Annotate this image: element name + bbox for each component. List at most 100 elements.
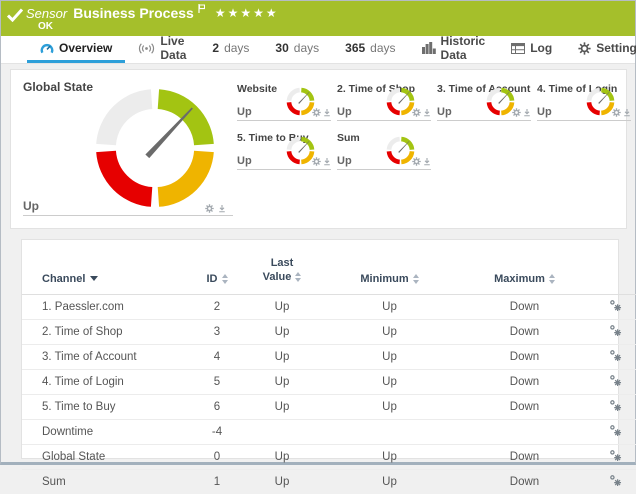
channel-settings-icon[interactable] [609, 474, 622, 487]
last-value: Up [242, 394, 322, 419]
pin-icon[interactable] [323, 157, 331, 166]
column-header-id[interactable]: ID [192, 240, 242, 294]
tab-historic-data[interactable]: Historic Data [409, 36, 499, 63]
maximum-value [457, 419, 592, 444]
tab-overview-label: Overview [59, 41, 112, 55]
gauge-cell-value: Up [237, 106, 252, 118]
tab-2-days-unit: days [224, 41, 249, 55]
gear-icon[interactable] [512, 108, 521, 117]
channel-settings-icon[interactable] [609, 399, 622, 412]
global-state-gauge [89, 82, 221, 214]
last-value: Up [242, 369, 322, 394]
column-header-maximum[interactable]: Maximum [457, 240, 592, 294]
channel-settings-icon[interactable] [609, 324, 622, 337]
gauge-cell-sum[interactable]: Sum Up [337, 132, 431, 181]
channel-name[interactable]: 3. Time of Account [22, 344, 192, 369]
gear-icon[interactable] [412, 108, 421, 117]
tab-365-days-unit: days [370, 41, 395, 55]
channel-name[interactable]: 5. Time to Buy [22, 394, 192, 419]
priority-stars[interactable]: ★★★★★ [215, 6, 279, 20]
channel-id: 2 [192, 294, 242, 319]
maximum-value: Down [457, 344, 592, 369]
tab-live-data-label: Live Data [160, 34, 186, 62]
channel-name[interactable]: Global State [22, 444, 192, 469]
bar-chart-icon [422, 42, 436, 54]
gauge-cell-value: Up [237, 155, 252, 167]
maximum-value: Down [457, 394, 592, 419]
column-header-channel[interactable]: Channel [22, 240, 192, 294]
sensor-header: Sensor Business Process ★★★★★ OK [1, 1, 635, 36]
gear-icon [578, 42, 591, 55]
tab-365-days[interactable]: 365 days [332, 36, 408, 63]
gauge-cell-label: Sum [337, 132, 360, 144]
maximum-value: Down [457, 469, 592, 494]
last-value: Up [242, 294, 322, 319]
tab-30-days-unit: days [294, 41, 319, 55]
channel-name[interactable]: Downtime [22, 419, 192, 444]
gear-icon[interactable] [312, 157, 321, 166]
priority-flag-icon[interactable] [198, 4, 205, 13]
table-row[interactable]: Sum 1 Up Up Down [22, 469, 636, 494]
table-row[interactable]: Downtime -4 [22, 419, 636, 444]
tab-settings-label: Settings [596, 41, 636, 55]
pin-icon[interactable] [423, 108, 431, 117]
channel-id: 5 [192, 369, 242, 394]
table-row[interactable]: 4. Time of Login 5 Up Up Down [22, 369, 636, 394]
tab-live-data[interactable]: Live Data [125, 36, 199, 63]
tab-log-label: Log [530, 41, 552, 55]
gauge-cell-value: Up [537, 106, 552, 118]
global-state-actions [205, 204, 226, 213]
gauge-cell-time-of-shop[interactable]: 2. Time of Shop Up [337, 83, 431, 132]
table-row[interactable]: 5. Time to Buy 6 Up Up Down [22, 394, 636, 419]
tab-settings[interactable]: Settings [565, 36, 636, 63]
divider [337, 120, 431, 121]
column-header-last-value[interactable]: Last Value [242, 240, 322, 294]
gear-icon[interactable] [612, 108, 621, 117]
gauge-cell-time-of-account[interactable]: 3. Time of Account Up [437, 83, 531, 132]
tab-2-days[interactable]: 2 days [199, 36, 262, 63]
minimum-value: Up [322, 444, 457, 469]
pin-icon[interactable] [323, 108, 331, 117]
column-header-actions [592, 240, 636, 294]
channel-settings-icon[interactable] [609, 349, 622, 362]
table-row[interactable]: Global State 0 Up Up Down [22, 444, 636, 469]
channel-settings-icon[interactable] [609, 299, 622, 312]
pin-icon[interactable] [218, 204, 226, 213]
channel-name[interactable]: 4. Time of Login [22, 369, 192, 394]
divider [437, 120, 531, 121]
table-row[interactable]: 3. Time of Account 4 Up Up Down [22, 344, 636, 369]
gear-icon[interactable] [205, 204, 214, 213]
column-header-minimum[interactable]: Minimum [322, 240, 457, 294]
global-state-value: Up [23, 199, 39, 213]
gauge-cell-time-to-buy[interactable]: 5. Time to Buy Up [237, 132, 331, 181]
channel-name[interactable]: 1. Paessler.com [22, 294, 192, 319]
sort-icon [413, 274, 419, 284]
maximum-value: Down [457, 369, 592, 394]
tab-30-days[interactable]: 30 days [262, 36, 332, 63]
sensor-name[interactable]: Business Process [73, 5, 194, 21]
maximum-value: Down [457, 444, 592, 469]
channel-settings-icon[interactable] [609, 424, 622, 437]
channel-name[interactable]: 2. Time of Shop [22, 319, 192, 344]
tab-log[interactable]: Log [498, 36, 565, 63]
gauge-cell-website[interactable]: Website Up [237, 83, 331, 132]
gauges-panel: Global State Up Website Up 2. Time of Sh… [10, 69, 627, 229]
pin-icon[interactable] [523, 108, 531, 117]
gauge-cell-value: Up [437, 106, 452, 118]
gear-icon[interactable] [412, 157, 421, 166]
channel-id: -4 [192, 419, 242, 444]
gear-icon[interactable] [312, 108, 321, 117]
tab-overview[interactable]: Overview [27, 36, 125, 63]
gauge-cell-time-of-login[interactable]: 4. Time of Login Up [537, 83, 631, 132]
pin-icon[interactable] [623, 108, 631, 117]
pin-icon[interactable] [423, 157, 431, 166]
tab-365-days-number: 365 [345, 41, 365, 55]
table-row[interactable]: 1. Paessler.com 2 Up Up Down [22, 294, 636, 319]
table-row[interactable]: 2. Time of Shop 3 Up Up Down [22, 319, 636, 344]
divider [337, 169, 431, 170]
channel-name[interactable]: Sum [22, 469, 192, 494]
tab-bar: Overview Live Data 2 days 30 days 365 da… [1, 36, 635, 64]
channel-settings-icon[interactable] [609, 374, 622, 387]
channel-settings-icon[interactable] [609, 449, 622, 462]
column-header-label: Minimum [360, 273, 408, 285]
